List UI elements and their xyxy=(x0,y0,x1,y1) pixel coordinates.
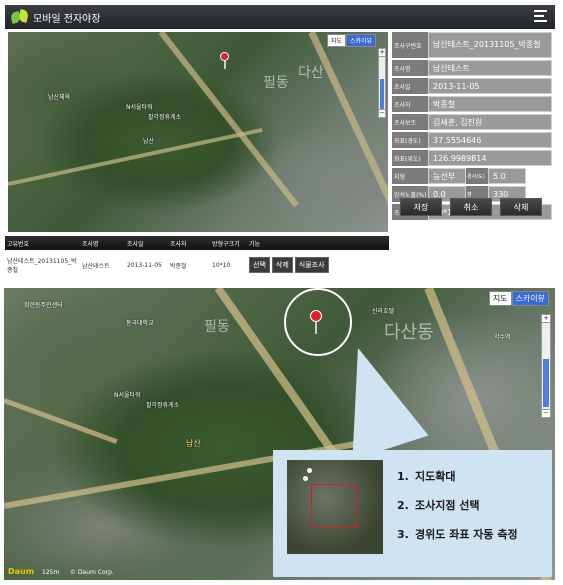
map-type-switch[interactable]: 지도 스카이뷰 xyxy=(488,291,549,306)
longitude-field[interactable]: 126.9989814 xyxy=(428,150,552,166)
map-view-bottom[interactable]: 지도 스카이뷰 + − 필동 다산동 약수역 남산 N서울타워 팔각정휴게소 회… xyxy=(4,288,555,580)
longitude-label: 좌표(위도) xyxy=(392,150,428,166)
survey-id-label: 조사구번호 xyxy=(392,32,428,58)
cell-surveyor: 박종철 xyxy=(170,262,187,270)
map-label: 남산 xyxy=(186,439,201,448)
map-label: 신라호텔 xyxy=(372,308,395,315)
map-tab[interactable]: 지도 xyxy=(488,291,512,306)
menu-icon[interactable] xyxy=(534,10,547,24)
map-label: N서울타워 xyxy=(126,104,153,111)
slope-field[interactable]: 5.0 xyxy=(488,168,526,184)
instruction-steps: 1. 지도확대 2. 조사지점 선택 3. 경위도 좌표 자동 측정 xyxy=(397,468,518,555)
map-label: 팔각정휴게소 xyxy=(146,402,180,409)
copyright-label: © Daum Corp. xyxy=(70,569,114,576)
latitude-label: 좌표(경도) xyxy=(392,132,428,148)
table-header: 고유번호 조사명 조사일 조사자 방형구크기 기능 xyxy=(5,236,389,250)
map-view-top[interactable]: 지도 스카이뷰 + − 남산 필동 다산 남산체육 팔각정휴게소 N서울타워 xyxy=(8,32,388,232)
app-title: 모바일 전자야장 xyxy=(33,13,101,25)
step-item: 1. 지도확대 xyxy=(397,470,456,483)
survey-table: 고유번호 조사명 조사일 조사자 방형구크기 기능 남산테스트_20131105… xyxy=(5,236,389,274)
latitude-field[interactable]: 37.5554646 xyxy=(428,132,552,148)
map-label: 약수역 xyxy=(494,334,511,341)
longitude-row: 좌표(위도) 126.9989814 xyxy=(392,150,552,166)
cell-date: 2013-11-05 xyxy=(127,261,162,269)
save-button[interactable]: 저장 xyxy=(400,198,442,216)
zoom-slider[interactable]: + − xyxy=(378,48,386,118)
cell-size: 10*10 xyxy=(212,261,231,269)
map-label: 남산 xyxy=(143,138,155,145)
satellite-tab[interactable]: 스카이뷰 xyxy=(511,291,549,306)
surveyor-row: 조사자 박종철 xyxy=(392,96,552,112)
survey-date-row: 조사일 2013-11-05 xyxy=(392,78,552,94)
surveyor-field[interactable]: 박종철 xyxy=(428,96,552,112)
satellite-tab[interactable]: 스카이뷰 xyxy=(345,34,376,47)
cell-id: 남산테스트_20131105_박종철 xyxy=(7,258,77,274)
cancel-button[interactable]: 취소 xyxy=(450,198,492,216)
row-delete-button[interactable]: 삭제 xyxy=(271,257,293,273)
survey-date-field[interactable]: 2013-11-05 xyxy=(428,78,552,94)
terrain-field[interactable]: 능선부 xyxy=(428,168,466,184)
map-label: N서울타워 xyxy=(114,392,141,399)
column-header: 방형구크기 xyxy=(212,240,240,248)
map-label: 다산 xyxy=(298,65,324,81)
map-label: 남산체육 xyxy=(48,94,71,101)
callout-pointer xyxy=(319,335,429,461)
surveyor-label: 조사자 xyxy=(392,96,428,112)
scale-label: 125m xyxy=(42,569,60,576)
daum-logo: Daum xyxy=(8,567,35,576)
zoom-in-icon[interactable]: + xyxy=(541,314,551,323)
select-button[interactable]: 선택 xyxy=(249,257,270,273)
screen: 모바일 전자야장 지도 스카이뷰 + − 남산 필동 다산 남산체육 팔각정휴게… xyxy=(0,0,563,585)
terrain-row: 지형 능선부 경사(도) 5.0 xyxy=(392,168,552,184)
survey-id-field[interactable]: 남산테스트_20131105_박종철 xyxy=(428,32,552,58)
table-row[interactable]: 남산테스트_20131105_박종철 남산테스트 2013-11-05 박종철 … xyxy=(5,256,389,274)
instruction-callout: 1. 지도확대 2. 조사지점 선택 3. 경위도 좌표 자동 측정 xyxy=(273,450,552,577)
survey-name-field[interactable]: 남산테스트 xyxy=(428,60,552,76)
map-label: 필동 xyxy=(204,319,230,335)
step-item: 3. 경위도 좌표 자동 측정 xyxy=(397,528,518,541)
zoom-in-icon[interactable]: + xyxy=(378,48,386,57)
map-pin-icon[interactable] xyxy=(310,310,322,334)
map-tab[interactable]: 지도 xyxy=(326,34,346,47)
survey-name-label: 조사명 xyxy=(392,60,428,76)
form-buttons: 저장 취소 삭제 xyxy=(400,198,542,216)
app-bar: 모바일 전자야장 xyxy=(5,5,555,29)
assistant-label: 조사보조 xyxy=(392,114,428,130)
plant-survey-button[interactable]: 식물조사 xyxy=(294,257,329,273)
column-header: 고유번호 xyxy=(7,240,30,248)
zoom-out-icon[interactable]: − xyxy=(541,409,551,418)
zoom-out-icon[interactable]: − xyxy=(378,109,386,118)
column-header: 조사자 xyxy=(170,240,187,248)
survey-id-row: 조사구번호 남산테스트_20131105_박종철 xyxy=(392,32,552,58)
column-header: 조사명 xyxy=(82,240,99,248)
survey-name-row: 조사명 남산테스트 xyxy=(392,60,552,76)
leaf-logo-icon xyxy=(9,9,30,24)
delete-button[interactable]: 삭제 xyxy=(500,198,542,216)
assistant-field[interactable]: 김세훈, 김진원 xyxy=(428,114,552,130)
assistant-row: 조사보조 김세훈, 김진원 xyxy=(392,114,552,130)
survey-form: 조사구번호 남산테스트_20131105_박종철 조사명 남산테스트 조사일 2… xyxy=(392,32,552,222)
map-label: 팔각정휴게소 xyxy=(148,114,182,121)
step-item: 2. 조사지점 선택 xyxy=(397,499,480,512)
column-header: 기능 xyxy=(249,240,261,248)
map-pin-icon[interactable] xyxy=(220,52,229,69)
map-label: 동국대학교 xyxy=(126,320,154,327)
cell-name: 남산테스트 xyxy=(82,262,110,270)
survey-date-label: 조사일 xyxy=(392,78,428,94)
latitude-row: 좌표(경도) 37.5554646 xyxy=(392,132,552,148)
cell-actions: 선택 삭제 식물조사 xyxy=(249,257,389,273)
zoom-slider[interactable]: + − xyxy=(541,314,551,418)
map-label: 회현동주민센터 xyxy=(24,302,63,309)
map-type-switch[interactable]: 지도 스카이뷰 xyxy=(326,34,376,47)
zoomed-inset-image xyxy=(287,460,383,554)
terrain-label: 지형 xyxy=(392,168,428,184)
slope-label: 경사(도) xyxy=(466,168,488,184)
column-header: 조사일 xyxy=(127,240,144,248)
selection-box xyxy=(311,484,357,528)
map-label: 필동 xyxy=(263,75,289,91)
